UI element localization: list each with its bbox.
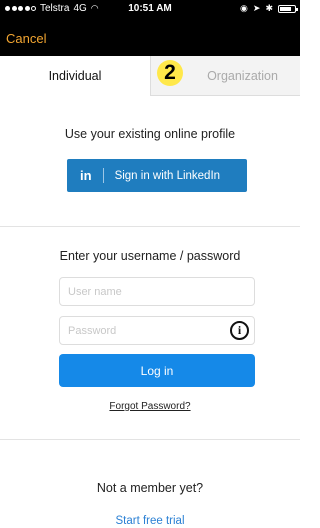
status-bar: Telstra 4G ◠ 10:51 AM ◉ ➤ ✱ (0, 0, 300, 20)
profile-prompt: Use your existing online profile (64, 127, 236, 141)
login-button[interactable]: Log in (59, 354, 255, 387)
location-icon: ◉ (240, 3, 248, 13)
linkedin-icon: in (80, 168, 92, 183)
section-divider (0, 226, 300, 227)
password-input[interactable] (59, 316, 255, 345)
section-divider (0, 439, 300, 440)
navigation-arrow-icon: ➤ (252, 3, 261, 13)
bluetooth-icon: ✱ (265, 3, 273, 13)
signup-prompt: Not a member yet? (96, 481, 204, 495)
tab-individual-label: Individual (48, 69, 102, 83)
login-prompt: Enter your username / password (59, 249, 241, 263)
tab-individual[interactable]: Individual (0, 56, 150, 96)
status-right: ◉ ➤ ✱ (240, 3, 298, 14)
start-free-trial-link[interactable]: Start free trial (0, 515, 300, 527)
button-separator (102, 168, 104, 183)
step-badge: 2 (157, 60, 183, 86)
cancel-button[interactable]: Cancel (6, 31, 46, 46)
tab-organization-label: Organization (207, 68, 278, 83)
linkedin-signin-label: Sign in with LinkedIn (114, 169, 221, 182)
linkedin-signin-button[interactable]: in Sign in with LinkedIn (67, 159, 247, 192)
tab-organization[interactable]: 2 Organization (150, 56, 300, 96)
battery-icon (278, 4, 298, 13)
forgot-password-link[interactable]: Forgot Password? (0, 401, 300, 412)
info-icon[interactable]: i (230, 321, 249, 340)
top-bar: Telstra 4G ◠ 10:51 AM ◉ ➤ ✱ Cancel (0, 0, 300, 56)
username-input[interactable] (59, 277, 255, 306)
account-type-tabs: Individual 2 Organization (0, 56, 300, 96)
